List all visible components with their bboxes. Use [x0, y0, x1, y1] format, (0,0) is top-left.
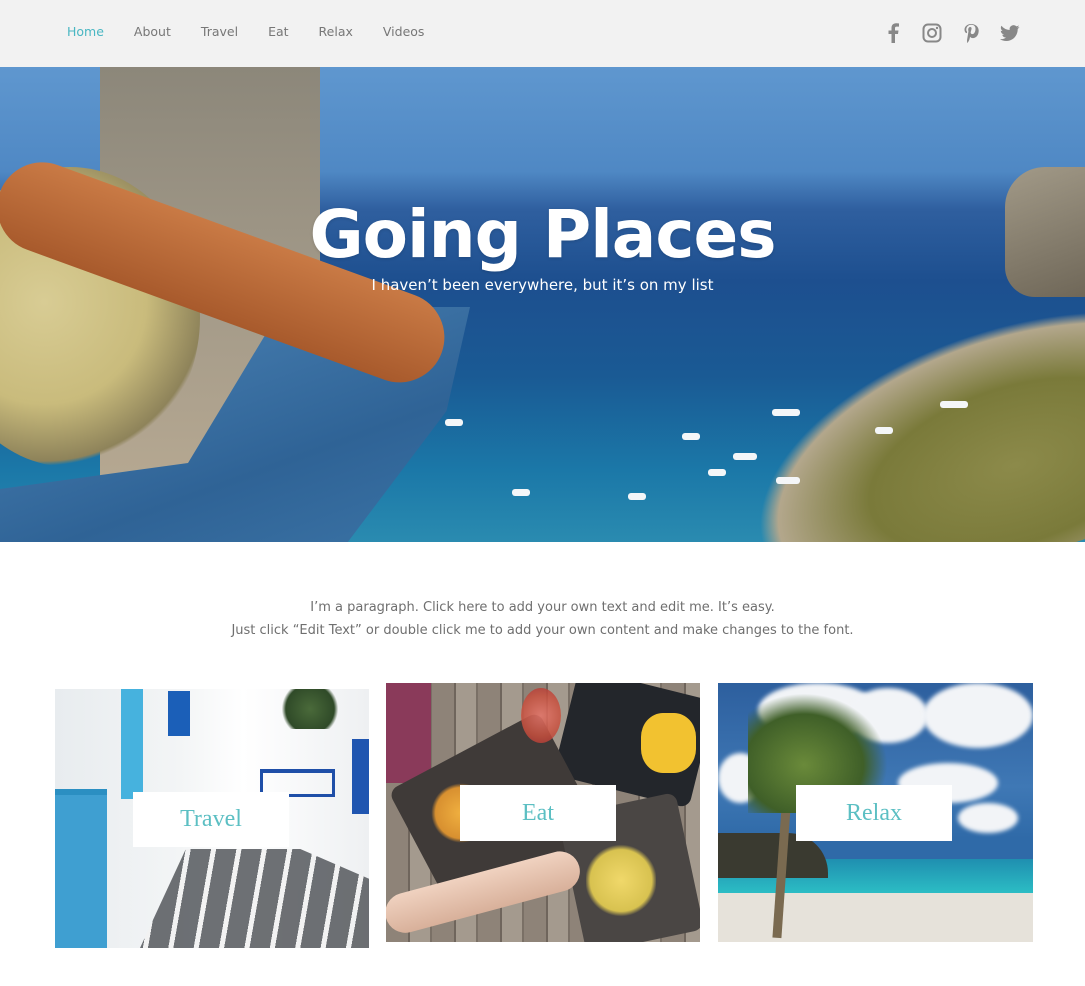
hero-boat: [940, 401, 968, 408]
hero-boat: [682, 433, 700, 440]
hero-subtitle: I haven’t been everywhere, but it’s on m…: [371, 276, 714, 294]
facebook-icon[interactable]: [882, 22, 904, 44]
relax-image-cloud: [923, 683, 1033, 748]
hero-boat: [512, 489, 530, 496]
pinterest-icon[interactable]: [960, 22, 982, 44]
relax-card[interactable]: Relax: [718, 683, 1033, 942]
nav-item-travel[interactable]: Travel: [201, 24, 238, 39]
hero-hillside: [718, 298, 1085, 542]
eat-image-cushion: [386, 683, 431, 783]
relax-image-cloud: [958, 803, 1018, 833]
hero-boat: [733, 453, 757, 460]
travel-image-shutter: [121, 689, 143, 799]
hero-boat: [772, 409, 800, 416]
eat-image-salad: [586, 843, 656, 918]
hero-boat: [776, 477, 800, 484]
hero-boat: [875, 427, 893, 434]
hero-boat: [708, 469, 726, 476]
travel-label: Travel: [180, 806, 242, 832]
relax-image-sand: [718, 893, 1033, 942]
travel-image-door: [352, 739, 369, 814]
relax-label-box[interactable]: Relax: [796, 785, 952, 841]
hero-banner: Going Places I haven’t been everywhere, …: [0, 67, 1085, 542]
intro-line-2: Just click “Edit Text” or double click m…: [231, 622, 854, 638]
eat-card[interactable]: Eat: [386, 683, 700, 942]
travel-image-path: [140, 849, 369, 948]
intro-paragraph: I’m a paragraph. Click here to add your …: [0, 597, 1085, 642]
hero-boat: [445, 419, 463, 426]
intro-line-1: I’m a paragraph. Click here to add your …: [310, 600, 775, 615]
travel-image-door: [168, 691, 190, 736]
hero-boat: [628, 493, 646, 500]
nav-item-relax[interactable]: Relax: [319, 24, 353, 39]
site-header: Home About Travel Eat Relax Videos: [0, 0, 1085, 67]
eat-image-drink: [521, 688, 561, 743]
eat-image-chips: [641, 713, 696, 773]
nav-item-videos[interactable]: Videos: [383, 24, 425, 39]
hero-title: Going Places: [309, 196, 776, 273]
eat-label-box[interactable]: Eat: [460, 785, 616, 841]
nav-item-about[interactable]: About: [134, 24, 171, 39]
main-nav: Home About Travel Eat Relax Videos: [67, 24, 454, 39]
social-bar: [882, 22, 1021, 44]
nav-item-eat[interactable]: Eat: [268, 24, 288, 39]
instagram-icon[interactable]: [921, 22, 943, 44]
eat-label: Eat: [522, 799, 554, 826]
travel-label-box[interactable]: Travel: [133, 792, 289, 847]
twitter-icon[interactable]: [999, 22, 1021, 44]
travel-image-tree: [275, 689, 345, 729]
travel-image-door: [55, 789, 107, 948]
relax-label: Relax: [846, 799, 902, 826]
travel-card[interactable]: Travel: [55, 689, 369, 948]
nav-item-home[interactable]: Home: [67, 24, 104, 39]
